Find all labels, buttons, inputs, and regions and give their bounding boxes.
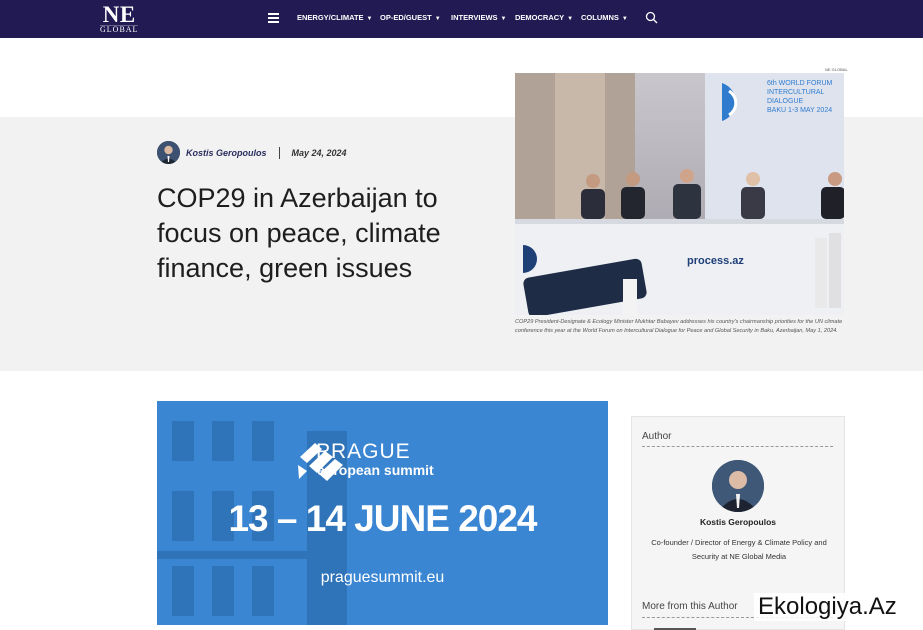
menu-label: COLUMNS xyxy=(581,13,619,22)
sidebar-author-heading: Author xyxy=(642,431,672,442)
search-icon[interactable] xyxy=(645,11,658,24)
chevron-down-icon: ▼ xyxy=(500,16,507,22)
author-link[interactable]: Kostis Geropoulos xyxy=(186,148,267,158)
menu-op-ed-guest[interactable]: OP-ED/GUEST ▼ xyxy=(380,13,441,22)
chevron-down-icon: ▼ xyxy=(434,16,441,22)
banner-subtitle: european summit xyxy=(317,462,434,478)
logo-global: GLOBAL xyxy=(100,25,139,34)
sidebar-author-name[interactable]: Kostis Geropoulos xyxy=(631,517,845,527)
hamburger-icon[interactable] xyxy=(268,13,279,23)
menu-label: OP-ED/GUEST xyxy=(380,13,432,22)
forum-sign-line3: DIALOGUE xyxy=(767,98,804,105)
article-meta: Kostis Geropoulos May 24, 2024 xyxy=(157,141,347,164)
author-avatar[interactable] xyxy=(157,141,180,164)
menu-label: INTERVIEWS xyxy=(451,13,498,22)
forum-sign-line4: BAKU 1-3 MAY 2024 xyxy=(767,107,832,114)
watermark: Ekologiya.Az xyxy=(754,593,901,621)
chevron-down-icon: ▼ xyxy=(567,16,574,22)
menu-label: ENERGY/CLIMATE xyxy=(297,13,364,22)
forum-sign-line1: 6th WORLD FORUM xyxy=(767,80,833,87)
article-title: COP29 in Azerbaijan to focus on peace, c… xyxy=(157,183,441,283)
photo-credit: NE GLOBAL xyxy=(825,67,848,72)
menu-interviews[interactable]: INTERVIEWS ▼ xyxy=(451,13,507,22)
site-logo[interactable]: NE GLOBAL xyxy=(100,2,139,34)
sidebar-author-bio: Co-founder / Director of Energy & Climat… xyxy=(651,538,827,561)
meta-divider xyxy=(278,146,280,159)
menu-democracy[interactable]: DEMOCRACY ▼ xyxy=(515,13,573,22)
banner-dates: 13 – 14 JUNE 2024 xyxy=(228,498,537,539)
hero-photo: 6th WORLD FORUM INTERCULTURAL DIALOGUE B… xyxy=(515,73,844,315)
menu-energy-climate[interactable]: ENERGY/CLIMATE ▼ xyxy=(297,13,372,22)
heading-divider xyxy=(642,446,833,447)
post-date: May 24, 2024 xyxy=(291,147,347,158)
logo-ne: NE xyxy=(102,2,136,27)
chevron-down-icon: ▼ xyxy=(366,16,373,22)
forum-sign-line2: INTERCULTURAL xyxy=(767,89,825,96)
sidebar-more-heading: More from this Author xyxy=(642,601,738,612)
desk-sign-text: process.az xyxy=(687,255,744,267)
banner-url[interactable]: praguesummit.eu xyxy=(157,569,608,587)
chevron-down-icon: ▼ xyxy=(621,16,628,22)
photo-caption: COP29 President-Designate & Ecology Mini… xyxy=(515,319,843,334)
menu-columns[interactable]: COLUMNS ▼ xyxy=(581,13,628,22)
author-photo[interactable] xyxy=(712,460,764,512)
menu-label: DEMOCRACY xyxy=(515,13,565,22)
banner-title: PRAGUE xyxy=(316,440,411,463)
